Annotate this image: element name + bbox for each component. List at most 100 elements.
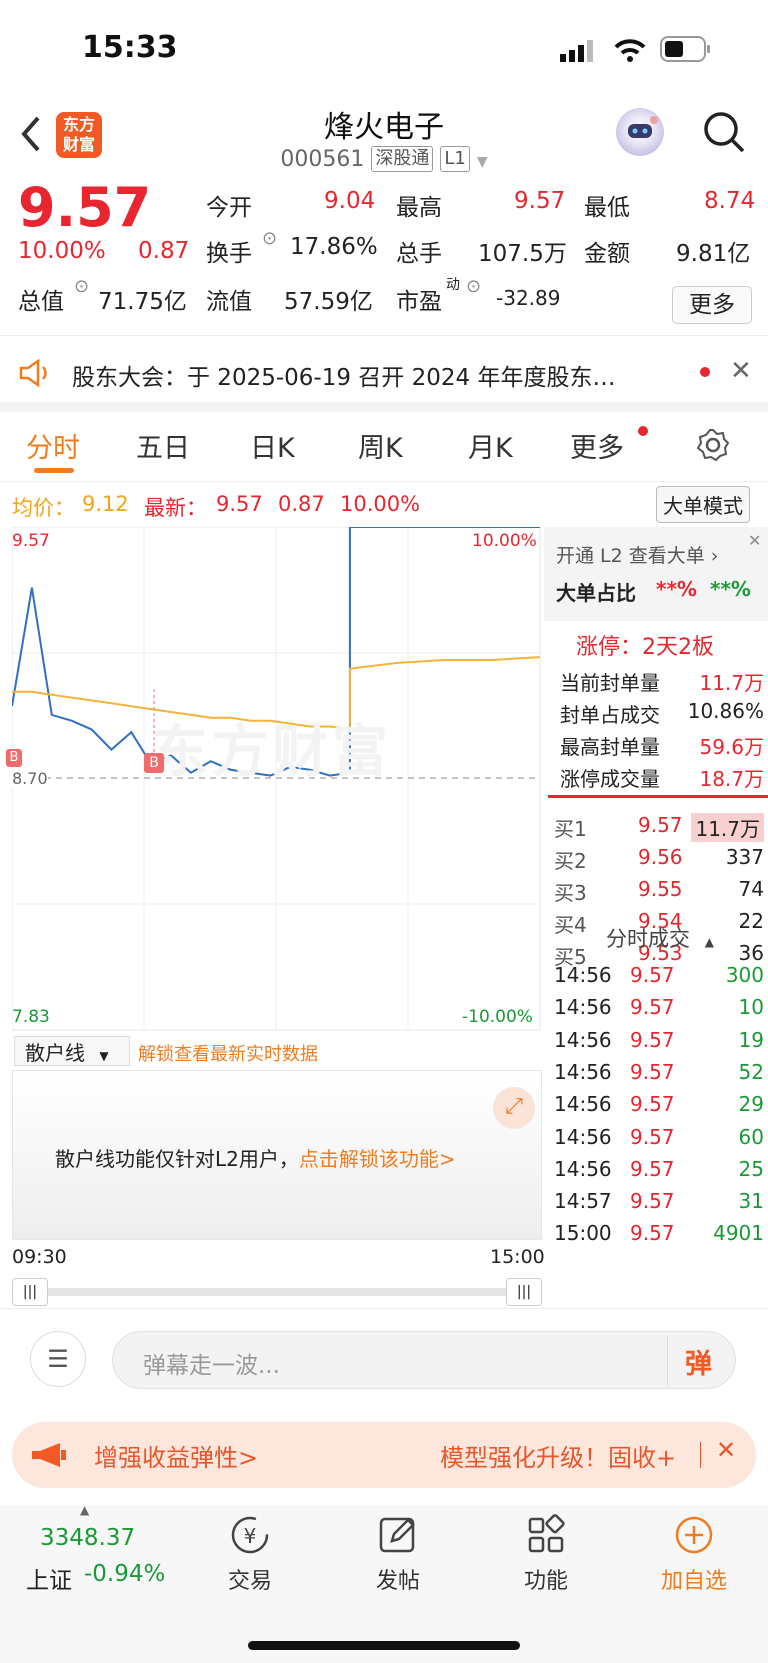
promo-left-text[interactable]: 增强收益弹性> [94,1438,258,1473]
danmu-divider [667,1336,668,1386]
limit-stat-label: 最高封单量 [560,735,660,759]
limit-stat-row: 最高封单量 59.6万 [544,731,764,763]
info-icon[interactable]: ⊙ [466,276,481,297]
trade-volume: 29 [738,1092,764,1117]
indicator-selector[interactable]: 散户线 ▼ [14,1036,130,1066]
tab-daily-k[interactable]: 日K [250,426,295,465]
nav-trade[interactable]: ¥ 交易 [190,1505,310,1595]
close-icon[interactable]: ✕ [716,1436,736,1464]
big-order-mode-button[interactable]: 大单模式 [656,486,750,523]
limit-stat-value: 18.7万 [699,767,764,791]
limit-stat-label: 封单占成交 [560,703,660,727]
float-value: 57.59亿 [284,289,373,315]
pe-value: -32.89 [496,286,561,310]
stock-header: 东方 财富 烽火电子 000561 深股通 L1 ▼ [0,100,768,180]
tab-five-day[interactable]: 五日 [136,426,190,465]
intraday-chart[interactable]: 东方财富 9.57 7.83 10.00% -10.00% 8.70 B B [6,526,542,1032]
quote-panel: 9.57 10.00% 0.87 今开 9.04 最高 9.57 最低 8.74… [0,176,768,336]
dropdown-icon[interactable]: ▼ [477,154,488,170]
danmu-button[interactable]: 弹 [685,1342,712,1381]
tab-monthly-k[interactable]: 月K [468,426,513,465]
limit-stat-label: 当前封单量 [560,671,660,695]
order-book-row[interactable]: 买1 9.57 11.7万 [544,813,764,845]
index-value[interactable]: 3348.37 [40,1525,135,1551]
robot-avatar[interactable] [616,108,664,156]
caret-up-icon: ▲ [80,1503,90,1517]
y-axis-top: 9.57 [12,531,50,551]
nav-add-watchlist-label: 加自选 [660,1569,727,1594]
trade-volume: 10 [738,995,764,1020]
low-label: 最低 [584,195,630,221]
last-price: 9.57 [18,176,152,239]
bottom-nav: ▲ 3348.37 上证 -0.94% ¥ 交易 发帖 功能 加自选 [0,1503,768,1663]
order-volume: 11.7万 [691,813,764,842]
big-order-green: **% [710,577,751,601]
trade-time: 14:56 [554,995,612,1020]
x-axis-start: 09:30 [12,1246,67,1268]
price-change: 0.87 [138,238,190,264]
trade-price: 9.57 [630,1059,675,1084]
chevron-down-icon: ▼ [99,1049,109,1063]
nav-post[interactable]: 发帖 [338,1505,458,1595]
trade-row: 14:57 9.57 31 [544,1189,764,1221]
trade-price: 9.57 [630,1156,675,1181]
yen-cycle-icon: ¥ [231,1516,269,1554]
info-icon[interactable]: ⊙ [74,276,89,297]
order-level: 买3 [554,881,587,905]
tab-active-indicator [34,468,74,473]
sub-chart-message-text: 散户线功能仅针对L2用户， [55,1147,299,1171]
tab-weekly-k[interactable]: 周K [358,426,403,465]
index-pct: -0.94% [84,1561,166,1587]
buy-marker[interactable]: B [144,753,164,773]
unlock-feature-link[interactable]: 点击解锁该功能> [299,1147,456,1171]
red-dot-badge [638,426,648,436]
promo-right-text[interactable]: 模型强化升级！固收+ [440,1438,676,1473]
trade-row: 14:56 9.57 300 [544,963,764,995]
trade-price: 9.57 [630,1027,675,1052]
price-summary-line: 均价： 9.12 最新： 9.57 0.87 10.00% 大单模式 [0,484,768,526]
level-tag: L1 [440,146,470,172]
tab-intraday[interactable]: 分时 [26,426,80,465]
close-icon[interactable]: ✕ [730,356,752,386]
amount-value: 9.81亿 [676,241,751,267]
trade-price: 9.57 [630,995,675,1020]
nav-add-watchlist[interactable]: 加自选 [634,1505,754,1595]
trade-price: 9.57 [630,1221,675,1246]
l2-side-panel: 开通 L2 查看大单 › ✕ 大单占比 **% **% 涨停：2天2板 当前封单… [544,527,768,1307]
latest-label: 最新： [144,496,207,520]
buy-marker-left[interactable]: B [6,749,22,767]
avg-label: 均价： [12,496,75,520]
stock-code: 000561 [280,147,365,172]
search-icon[interactable] [702,110,746,158]
info-icon[interactable]: ⊙ [262,228,277,249]
tab-more[interactable]: 更多 [570,426,624,465]
time-range-slider[interactable]: ||| ||| [12,1278,542,1306]
high-label: 最高 [396,195,442,221]
notice-bar[interactable]: 股东大会：于 2025-06-19 召开 2024 年年度股东… ✕ [0,340,768,412]
unlock-link[interactable]: 解锁查看最新实时数据 [138,1040,318,1066]
slider-handle-left[interactable]: ||| [12,1278,48,1306]
promo-banner[interactable]: 增强收益弹性> 模型强化升级！固收+ ✕ [12,1422,756,1488]
trade-volume: 19 [738,1027,764,1052]
l2-banner[interactable]: 开通 L2 查看大单 › ✕ 大单占比 **% **% [544,527,768,621]
order-book-row[interactable]: 买3 9.55 74 [544,877,764,909]
slider-handle-right[interactable]: ||| [506,1278,542,1306]
trade-row: 14:56 9.57 10 [544,995,764,1027]
more-button[interactable]: 更多 [672,286,752,324]
trades-title[interactable]: 分时成交 ▲ [606,923,714,953]
battery-icon [660,36,712,66]
trade-row: 14:56 9.57 29 [544,1092,764,1124]
open-l2-link[interactable]: 开通 L2 查看大单 › [556,541,718,568]
comment-list-icon[interactable]: ☰ [30,1331,86,1387]
close-icon[interactable]: ✕ [748,531,761,550]
expand-icon[interactable]: ⤢ [493,1087,535,1129]
trade-volume: 25 [738,1156,764,1181]
trade-row: 14:56 9.57 60 [544,1125,764,1157]
trade-price: 9.57 [630,1092,675,1117]
order-volume: 22 [738,909,764,933]
danmu-input[interactable]: 弹幕走一波... 弹 [112,1331,736,1389]
nav-functions[interactable]: 功能 [486,1505,606,1595]
gear-icon[interactable] [696,428,730,466]
pct-axis-top: 10.00% [472,531,537,551]
order-book-row[interactable]: 买2 9.56 337 [544,845,764,877]
